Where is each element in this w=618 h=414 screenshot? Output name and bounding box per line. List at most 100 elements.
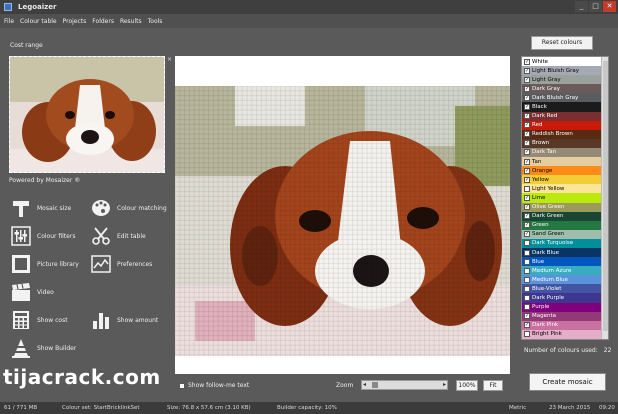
colour-row[interactable]: ✓ Orange xyxy=(522,166,602,176)
colour-row[interactable]: ✓ Sand Green xyxy=(522,229,602,239)
edit-table-tool[interactable]: Edit table xyxy=(91,226,146,246)
colour-checkbox[interactable] xyxy=(524,267,530,274)
colour-row[interactable]: ✓ Dark Bluish Gray xyxy=(522,93,602,103)
colour-row[interactable]: ✓ Red xyxy=(522,120,602,130)
colour-checkbox[interactable]: ✓ xyxy=(524,313,530,320)
video-tool[interactable]: Video xyxy=(11,282,54,302)
show-builder-tool[interactable]: Show Builder xyxy=(11,338,76,358)
colour-checkbox[interactable] xyxy=(524,258,530,265)
menu-projects[interactable]: Projects xyxy=(63,18,87,25)
colour-row[interactable]: ✓ White xyxy=(522,57,602,67)
colour-checkbox[interactable]: ✓ xyxy=(524,222,530,229)
colour-row[interactable]: Blue-Violet xyxy=(522,284,602,294)
menu-tools[interactable]: Tools xyxy=(148,18,163,25)
colour-checkbox[interactable] xyxy=(524,240,530,247)
colour-checkbox[interactable]: ✓ xyxy=(524,58,530,65)
colour-row[interactable]: Dark Purple xyxy=(522,293,602,303)
colour-list-scrollbar[interactable] xyxy=(601,57,608,339)
colour-filters-tool[interactable]: Colour filters xyxy=(11,226,75,246)
colour-row[interactable]: ✓ Yellow xyxy=(522,175,602,185)
colour-checkbox[interactable]: ✓ xyxy=(524,149,530,156)
colour-checkbox[interactable]: ✓ xyxy=(524,176,530,183)
create-mosaic-button[interactable]: Create mosaic xyxy=(529,373,606,391)
colour-row[interactable]: ✓ Brown xyxy=(522,138,602,148)
colour-row[interactable]: ✓ Light Gray xyxy=(522,75,602,85)
colour-row[interactable]: Blue xyxy=(522,257,602,267)
preferences-tool[interactable]: Preferences xyxy=(91,254,152,274)
colour-row[interactable]: ✓ Green xyxy=(522,220,602,230)
reset-colours-button[interactable]: Reset colours xyxy=(531,36,593,50)
colour-checkbox[interactable]: ✓ xyxy=(524,104,530,111)
preview-close-icon[interactable]: × xyxy=(167,56,172,63)
colour-checkbox[interactable]: ✓ xyxy=(524,85,530,92)
colour-name: Light Yellow xyxy=(532,185,565,192)
follow-me-checkbox[interactable] xyxy=(179,382,185,389)
zoom-left-arrow-icon[interactable]: ◂ xyxy=(363,381,366,389)
colour-row[interactable]: ✓ Dark Pink xyxy=(522,320,602,330)
colour-checkbox[interactable] xyxy=(524,294,530,301)
zoom-slider-knob[interactable] xyxy=(372,382,379,388)
colour-checkbox[interactable]: ✓ xyxy=(524,67,530,74)
colour-row[interactable]: ✓ Olive Green xyxy=(522,202,602,212)
colour-row[interactable]: ✓ Dark Tan xyxy=(522,147,602,158)
colour-matching-tool[interactable]: Colour matching xyxy=(91,198,167,218)
colour-row[interactable]: ✓ Reddish Brown xyxy=(522,129,602,139)
colour-checkbox[interactable] xyxy=(524,285,530,292)
show-amount-tool[interactable]: Show amount xyxy=(91,310,158,330)
colour-checkbox[interactable] xyxy=(524,304,530,311)
colour-checkbox[interactable]: ✓ xyxy=(524,122,530,129)
colour-row[interactable]: Bright Pink xyxy=(522,329,602,339)
maximize-button[interactable]: □ xyxy=(589,1,602,12)
colour-checkbox[interactable]: ✓ xyxy=(524,322,530,329)
colour-row[interactable]: ✓ Black xyxy=(522,102,602,112)
colour-row[interactable]: Dark Turquoise xyxy=(522,238,602,248)
colour-row[interactable]: ✓ Lime xyxy=(522,193,602,203)
fit-button[interactable]: Fit xyxy=(483,380,503,391)
colour-checkbox[interactable]: ✓ xyxy=(524,140,530,147)
colour-row[interactable]: ✓ Magenta xyxy=(522,311,602,321)
scrollbar-thumb[interactable] xyxy=(603,61,608,331)
colour-checkbox[interactable]: ✓ xyxy=(524,158,530,165)
zoom-slider[interactable]: ◂ ▸ xyxy=(361,380,448,390)
zoom-right-arrow-icon[interactable]: ▸ xyxy=(443,381,446,389)
colour-row[interactable]: Dark Blue xyxy=(522,247,602,258)
colour-checkbox[interactable]: ✓ xyxy=(524,204,530,211)
colour-row[interactable]: Medium Azure xyxy=(522,266,602,276)
colour-checkbox[interactable] xyxy=(524,276,530,283)
colour-checkbox[interactable] xyxy=(524,331,530,338)
colour-checkbox[interactable]: ✓ xyxy=(524,231,530,238)
colour-row[interactable]: Medium Blue xyxy=(522,275,602,285)
colour-list[interactable]: ✓ White ✓ Light Bluish Gray ✓ Light Gray ✓ Dark… xyxy=(521,56,609,340)
colour-checkbox[interactable]: ✓ xyxy=(524,113,530,120)
colour-name: Blue-Violet xyxy=(532,285,562,292)
picture-library-tool[interactable]: Picture library xyxy=(11,254,79,274)
close-button[interactable]: ✕ xyxy=(603,1,616,12)
colour-row[interactable]: ✓ Light Bluish Gray xyxy=(522,66,602,76)
zoom-percent-button[interactable]: 100% xyxy=(456,380,478,391)
colour-checkbox[interactable] xyxy=(524,185,530,192)
colour-row[interactable]: ✓ Dark Green xyxy=(522,211,602,221)
colour-row[interactable]: Light Yellow xyxy=(522,184,602,194)
follow-me-toggle[interactable]: Show follow-me text xyxy=(179,382,249,389)
colour-row[interactable]: Purple xyxy=(522,302,602,312)
colour-checkbox[interactable]: ✓ xyxy=(524,131,530,138)
minimize-button[interactable]: _ xyxy=(575,1,588,12)
show-cost-tool[interactable]: Show cost xyxy=(11,310,68,330)
colour-checkbox[interactable]: ✓ xyxy=(524,94,530,101)
mosaic-canvas[interactable] xyxy=(175,56,510,374)
menu-results[interactable]: Results xyxy=(120,18,142,25)
status-bar: 61 / 771 MB Colour set: StartBricklinkSe… xyxy=(0,402,618,414)
source-image-preview[interactable] xyxy=(9,56,165,173)
menu-file[interactable]: File xyxy=(4,18,14,25)
colour-checkbox[interactable]: ✓ xyxy=(524,167,530,174)
colour-checkbox[interactable]: ✓ xyxy=(524,76,530,83)
menu-folders[interactable]: Folders xyxy=(92,18,114,25)
mosaic-size-tool[interactable]: Mosaic size xyxy=(11,198,71,218)
colour-row[interactable]: ✓ Dark Gray xyxy=(522,84,602,94)
colour-checkbox[interactable] xyxy=(524,249,530,256)
colour-row[interactable]: ✓ Tan xyxy=(522,157,602,167)
colour-checkbox[interactable]: ✓ xyxy=(524,194,530,201)
menu-colour-table[interactable]: Colour table xyxy=(20,18,57,25)
colour-row[interactable]: ✓ Dark Red xyxy=(522,111,602,121)
colour-checkbox[interactable]: ✓ xyxy=(524,213,530,220)
